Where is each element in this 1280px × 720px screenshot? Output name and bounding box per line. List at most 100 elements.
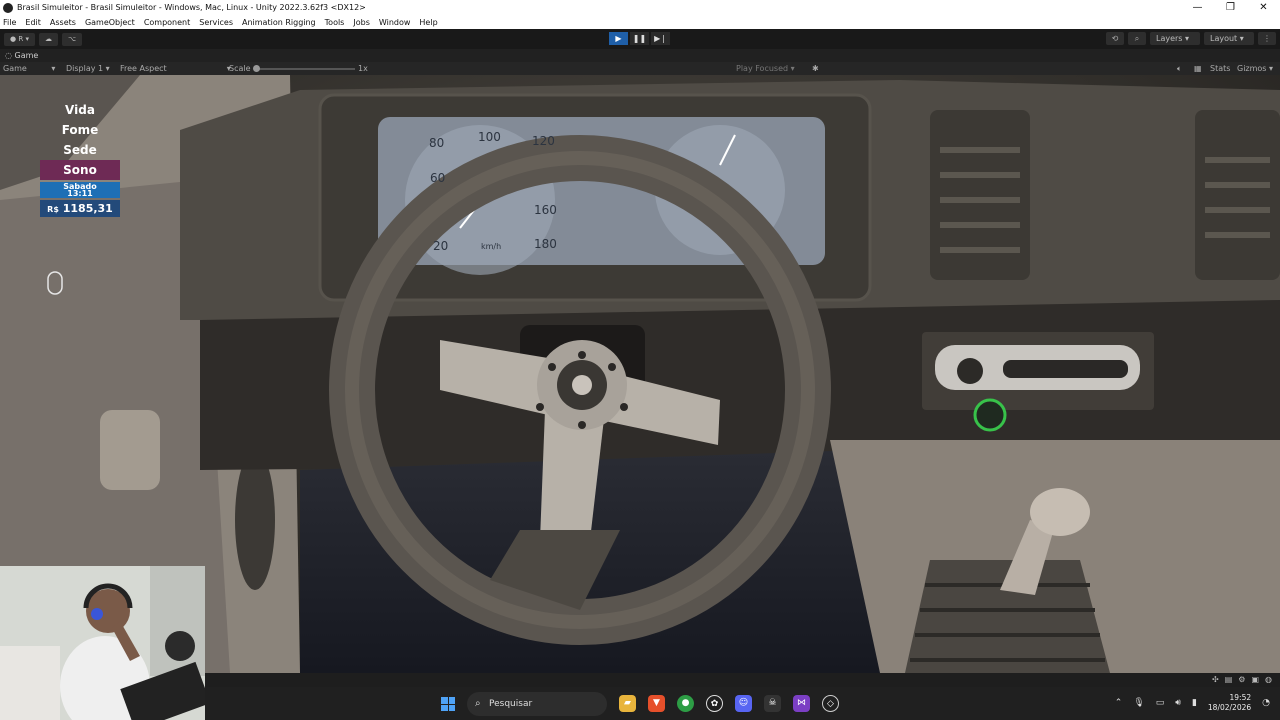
microphone-icon[interactable]: 🎙︎ bbox=[1133, 698, 1144, 708]
game-mode-dropdown[interactable]: Game ▾ bbox=[3, 62, 55, 75]
menu-window[interactable]: Window bbox=[379, 18, 411, 27]
search-icon: ⌕ bbox=[1134, 34, 1140, 43]
radio-knob bbox=[973, 398, 1007, 432]
network-icon[interactable]: ▭ bbox=[1156, 698, 1165, 708]
discord-icon[interactable]: ☺ bbox=[735, 695, 752, 712]
more-icon: ⋮ bbox=[1263, 34, 1271, 43]
settings-icon[interactable]: ✱ bbox=[812, 62, 819, 75]
console-icon[interactable]: ▣ bbox=[1251, 675, 1259, 684]
speed-tick-60: 60 bbox=[430, 171, 446, 185]
menu-component[interactable]: Component bbox=[144, 18, 190, 27]
notifications-icon[interactable]: ◔ bbox=[1262, 698, 1270, 708]
game-tab-label: Game bbox=[14, 51, 39, 60]
step-button[interactable]: ▶❘ bbox=[651, 32, 670, 45]
menu-animation-rigging[interactable]: Animation Rigging bbox=[242, 18, 316, 27]
brave-browser-icon[interactable]: ▼ bbox=[648, 695, 665, 712]
clock-date: 18/02/2026 bbox=[1207, 703, 1252, 712]
menu-jobs[interactable]: Jobs bbox=[353, 18, 370, 27]
game-tab-icon: ◌ bbox=[5, 51, 12, 60]
display-label: Display 1 bbox=[66, 64, 104, 73]
webcam-overlay bbox=[0, 566, 205, 720]
speed-tick-120: 120 bbox=[532, 134, 555, 148]
menu-file[interactable]: File bbox=[3, 18, 16, 27]
close-button[interactable]: ✕ bbox=[1247, 0, 1280, 15]
aspect-dropdown[interactable]: Free Aspect ▾ bbox=[120, 62, 231, 75]
play-focused-dropdown[interactable]: Play Focused ▾ bbox=[736, 62, 795, 75]
layers-dropdown[interactable]: Layers ▾ bbox=[1150, 32, 1200, 45]
chrome-icon[interactable]: ● bbox=[677, 695, 694, 712]
file-explorer-icon[interactable]: ▰ bbox=[619, 695, 636, 712]
game-mode-label: Game bbox=[3, 64, 27, 73]
history-button[interactable]: ⟲ bbox=[1106, 32, 1124, 45]
menu-help[interactable]: Help bbox=[419, 18, 437, 27]
pause-button[interactable]: ❚❚ bbox=[630, 32, 649, 45]
scale-slider[interactable] bbox=[255, 68, 355, 70]
game-app-icon[interactable]: ☠ bbox=[764, 695, 781, 712]
account-button[interactable]: ● R ▾ bbox=[4, 32, 35, 46]
minimize-button[interactable]: — bbox=[1181, 0, 1214, 15]
battery-icon[interactable]: ▮ bbox=[1192, 698, 1197, 708]
cache-icon[interactable]: ▤ bbox=[1225, 675, 1233, 684]
unity-hub-icon[interactable]: ◇ bbox=[822, 695, 839, 712]
taskbar-search[interactable]: ⌕ Pesquisar bbox=[467, 692, 607, 716]
game-view-toolbar: Game ▾ Display 1 ▾ Free Aspect ▾ Scale 1x… bbox=[0, 62, 1280, 75]
account-label: R bbox=[18, 34, 24, 43]
maximize-button[interactable]: ❐ bbox=[1214, 0, 1247, 15]
speed-tick-20: 20 bbox=[433, 239, 449, 253]
keyboard-icon[interactable]: ▦ bbox=[1194, 62, 1202, 75]
scale-slider-handle[interactable] bbox=[253, 65, 260, 72]
tray-overflow-icon[interactable]: ⌃ bbox=[1115, 698, 1123, 708]
speed-tick-180: 180 bbox=[534, 237, 557, 251]
stats-button[interactable]: Stats bbox=[1210, 62, 1230, 75]
windows-start-icon[interactable] bbox=[441, 697, 455, 711]
collab-icon[interactable]: ◍ bbox=[1265, 675, 1272, 684]
door-handle bbox=[100, 410, 160, 490]
cloud-icon: ☁ bbox=[44, 34, 52, 43]
air-vent-right bbox=[1195, 110, 1280, 280]
menu-services[interactable]: Services bbox=[199, 18, 233, 27]
audio-icon[interactable]: 🔈︎ bbox=[1177, 62, 1182, 75]
speed-tick-100: 100 bbox=[478, 130, 501, 144]
menu-assets[interactable]: Assets bbox=[50, 18, 76, 27]
more-button[interactable]: ⋮ bbox=[1258, 32, 1276, 45]
version-control-button[interactable]: ⌥ bbox=[61, 32, 83, 46]
debug-icon[interactable]: ⚙ bbox=[1238, 675, 1245, 684]
play-button[interactable]: ▶ bbox=[609, 32, 628, 45]
scale-label: Scale bbox=[229, 64, 251, 73]
play-focused-label: Play Focused bbox=[736, 64, 789, 73]
hud-money: R$ 1185,31 bbox=[40, 200, 120, 217]
volume-icon[interactable]: 🔊︎ bbox=[1175, 698, 1181, 708]
hud-currency: R$ bbox=[47, 205, 59, 214]
speaker-grille bbox=[235, 450, 275, 590]
hud-sono: Sono bbox=[40, 160, 120, 180]
search-button[interactable]: ⌕ bbox=[1128, 32, 1146, 45]
speed-tick-80: 80 bbox=[429, 136, 445, 150]
gizmos-dropdown[interactable]: Gizmos ▾ bbox=[1237, 62, 1273, 75]
clock-time: 19:52 bbox=[1229, 693, 1252, 702]
aspect-label: Free Aspect bbox=[120, 64, 167, 73]
main-toolbar: ● R ▾ ☁ ⌥ ▶ ❚❚ ▶❘ ⟲ ⌕ Layers ▾ Layout ▾ … bbox=[0, 29, 1280, 49]
editor-status-bar: ✣ ▤ ⚙ ▣ ◍ bbox=[205, 673, 1280, 687]
display-dropdown[interactable]: Display 1 ▾ bbox=[66, 62, 110, 75]
chatgpt-icon[interactable]: ✿ bbox=[706, 695, 723, 712]
hud-sede: Sede bbox=[63, 143, 97, 157]
scale-value: 1x bbox=[358, 64, 368, 73]
game-tab[interactable]: ◌ Game bbox=[0, 49, 1280, 62]
menu-tools[interactable]: Tools bbox=[325, 18, 345, 27]
menu-edit[interactable]: Edit bbox=[25, 18, 41, 27]
taskbar-clock[interactable]: 19:52 18/02/2026 bbox=[1208, 693, 1251, 713]
menu-bar: File Edit Assets GameObject Component Se… bbox=[0, 15, 1280, 29]
hud-fome: Fome bbox=[61, 123, 99, 137]
cloud-button[interactable]: ☁ bbox=[38, 32, 58, 46]
visual-studio-icon[interactable]: ⋈ bbox=[793, 695, 810, 712]
layout-dropdown[interactable]: Layout ▾ bbox=[1204, 32, 1254, 45]
gear-knob bbox=[1030, 488, 1090, 536]
network-status-icon[interactable]: ✣ bbox=[1212, 675, 1219, 684]
menu-gameobject[interactable]: GameObject bbox=[85, 18, 135, 27]
pause-icon: ❚❚ bbox=[632, 34, 647, 43]
branch-icon: ⌥ bbox=[67, 34, 77, 43]
speed-tick-160: 160 bbox=[534, 203, 557, 217]
window-titlebar: Brasil Simuleitor - Brasil Simuleitor - … bbox=[0, 0, 1280, 15]
gizmos-label: Gizmos bbox=[1237, 64, 1267, 73]
history-icon: ⟲ bbox=[1111, 34, 1119, 43]
